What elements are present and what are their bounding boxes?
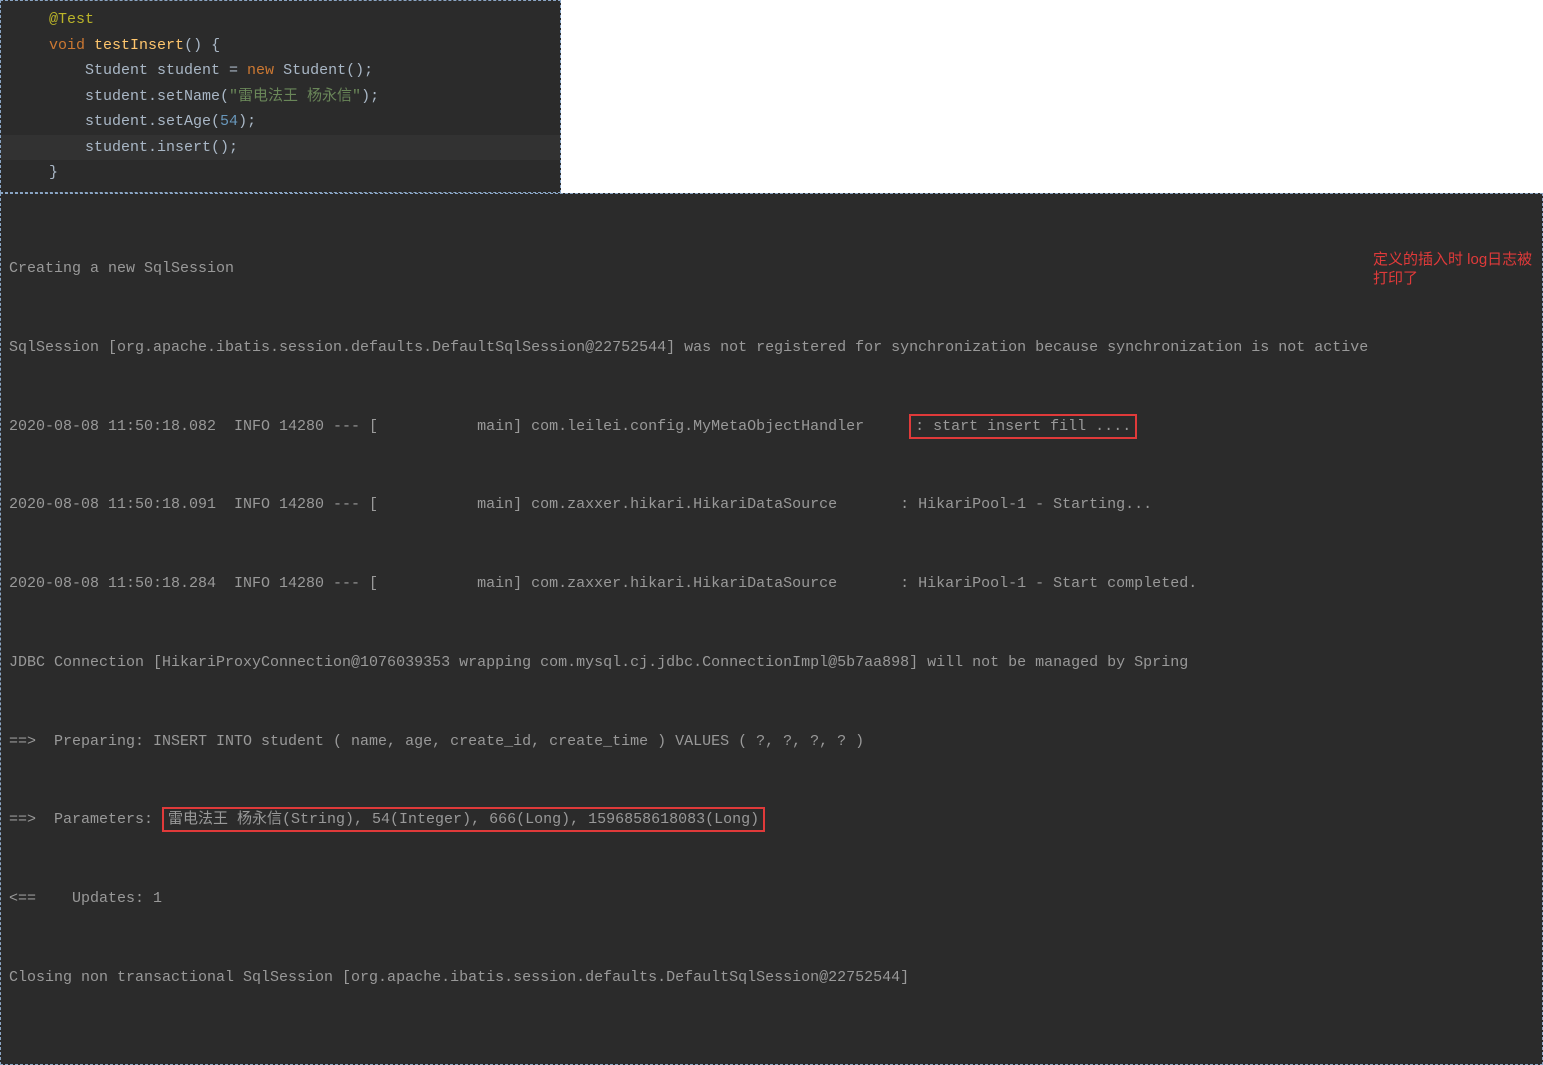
highlight-box: 雷电法王 杨永信(String), 54(Integer), 666(Long)… <box>162 807 765 832</box>
highlight-box: : start insert fill .... <box>909 414 1137 439</box>
keyword-token: new <box>247 62 274 79</box>
log-line: JDBC Connection [HikariProxyConnection@1… <box>9 650 1534 676</box>
log-line: Creating a new SqlSession <box>9 256 1534 282</box>
code-line: student.setAge(54); <box>1 109 560 135</box>
log-line: Closing non transactional SqlSession [or… <box>9 965 1534 991</box>
log-line: <== Updates: 1 <box>9 886 1534 912</box>
code-line: student.setName("雷电法王 杨永信"); <box>1 84 560 110</box>
console-output[interactable]: Creating a new SqlSession SqlSession [or… <box>0 193 1543 1065</box>
keyword-token: void <box>49 37 85 54</box>
log-line: 2020-08-08 11:50:18.284 INFO 14280 --- [… <box>9 571 1534 597</box>
annotation-token: @Test <box>49 11 94 28</box>
code-line: Student student = new Student(); <box>1 58 560 84</box>
annotation-callout: 定义的插入时 log日志被打印了 <box>1373 250 1543 289</box>
code-line: } <box>1 160 560 186</box>
number-token: 54 <box>220 113 238 130</box>
string-token: "雷电法王 杨永信" <box>229 88 361 105</box>
log-line: 2020-08-08 11:50:18.091 INFO 14280 --- [… <box>9 492 1534 518</box>
log-line: SqlSession [org.apache.ibatis.session.de… <box>9 335 1534 361</box>
log-line: ==> Preparing: INSERT INTO student ( nam… <box>9 729 1534 755</box>
code-line: void testInsert() { <box>1 33 560 59</box>
log-line: 2020-08-08 11:50:18.082 INFO 14280 --- [… <box>9 414 1534 440</box>
code-editor[interactable]: @Test void testInsert() { Student studen… <box>0 0 561 193</box>
log-line: ==> Parameters: 雷电法王 杨永信(String), 54(Int… <box>9 807 1534 833</box>
code-line: @Test <box>1 7 560 33</box>
function-name-token: testInsert <box>94 37 184 54</box>
code-line-highlighted: student.insert(); <box>1 135 560 161</box>
